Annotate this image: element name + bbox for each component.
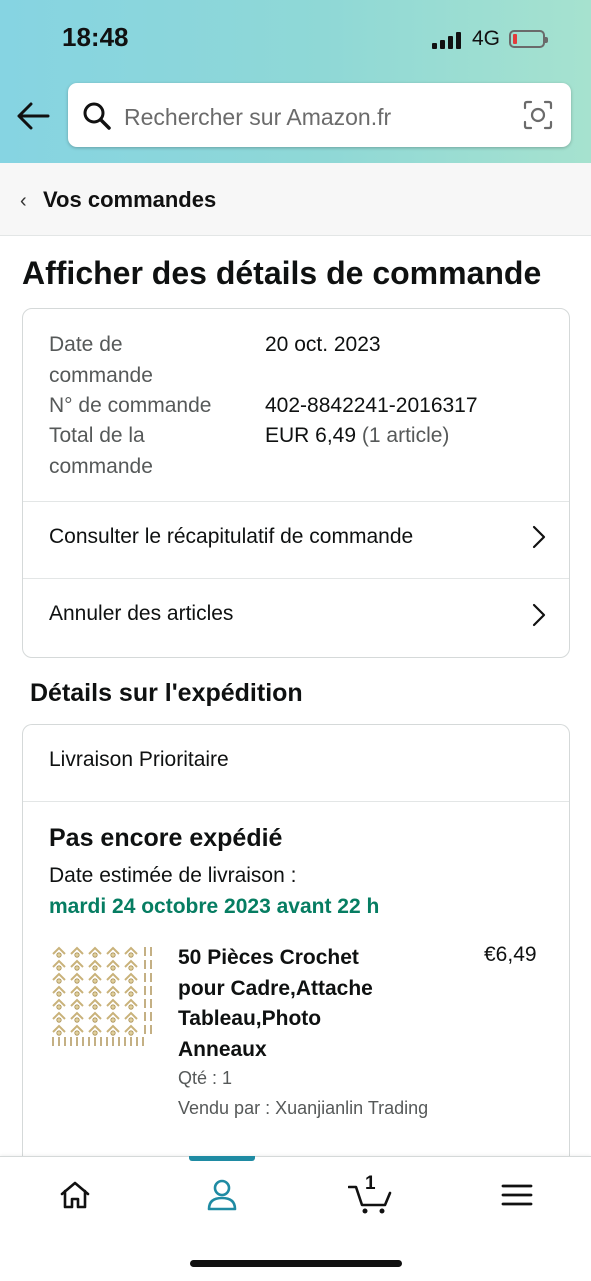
product-seller: Vendu par : Xuanjianlin Trading (178, 1098, 429, 1118)
bottom-nav: 1 (0, 1156, 591, 1281)
divider (23, 578, 569, 579)
product-price: €6,49 (484, 943, 537, 966)
divider (23, 801, 569, 802)
cancel-items-link[interactable]: Annuler des articles (49, 602, 233, 626)
shipping-section-title: Détails sur l'expédition (30, 679, 303, 707)
product-quantity: Qté : 1 (178, 1068, 233, 1088)
chevron-left-icon: ‹ (20, 190, 27, 212)
breadcrumb[interactable]: ‹ Vos commandes (0, 163, 591, 236)
cart-count-badge: 1 (365, 1173, 376, 1194)
camera-icon[interactable] (522, 99, 554, 131)
active-tab-indicator (189, 1156, 255, 1161)
order-number-value: 402-8842241-2016317 (265, 394, 478, 417)
page-title: Afficher des détails de commande (22, 255, 542, 291)
shipment-card: Livraison Prioritaire Pas encore expédié… (22, 724, 570, 1174)
app-header: 18:48 4G Rechercher sur Amazon.fr (0, 0, 591, 163)
delivery-estimate-label: Date estimée de livraison : (49, 864, 297, 887)
order-summary-link[interactable]: Consulter le récapitulatif de commande (49, 525, 413, 549)
breadcrumb-label[interactable]: Vos commandes (43, 187, 216, 213)
order-item-count: (1 article) (361, 424, 450, 447)
shipment-status: Pas encore expédié (49, 824, 283, 852)
home-indicator (190, 1260, 402, 1267)
order-date-value: 20 oct. 2023 (265, 333, 381, 356)
battery-icon (509, 30, 548, 48)
account-icon[interactable] (202, 1175, 242, 1215)
order-info-card: Date de commande 20 oct. 2023 N° de comm… (22, 308, 570, 658)
status-time: 18:48 (62, 22, 129, 52)
signal-icon (432, 32, 464, 49)
back-arrow-icon[interactable] (16, 100, 50, 132)
chevron-right-icon (532, 603, 546, 627)
product-title[interactable]: 50 Pièces Crochet pour Cadre,Attache Tab… (178, 943, 408, 1065)
chevron-right-icon (532, 525, 546, 549)
home-icon[interactable] (55, 1175, 95, 1215)
menu-icon[interactable] (497, 1175, 537, 1215)
order-date-label: Date de commande (49, 333, 153, 387)
search-icon (83, 102, 111, 130)
divider (23, 501, 569, 502)
search-input[interactable]: Rechercher sur Amazon.fr (124, 104, 391, 131)
order-total: EUR 6,49 (1 article) (265, 420, 449, 451)
search-bar[interactable]: Rechercher sur Amazon.fr (68, 83, 571, 147)
shipping-method: Livraison Prioritaire (49, 748, 229, 771)
product-image[interactable] (49, 941, 157, 1049)
order-total-label: Total de la commande (49, 424, 153, 478)
order-total-value: EUR 6,49 (265, 424, 357, 447)
delivery-estimate-date: mardi 24 octobre 2023 avant 22 h (49, 895, 380, 918)
order-number-label: N° de commande (49, 394, 212, 417)
network-type: 4G (472, 27, 501, 50)
